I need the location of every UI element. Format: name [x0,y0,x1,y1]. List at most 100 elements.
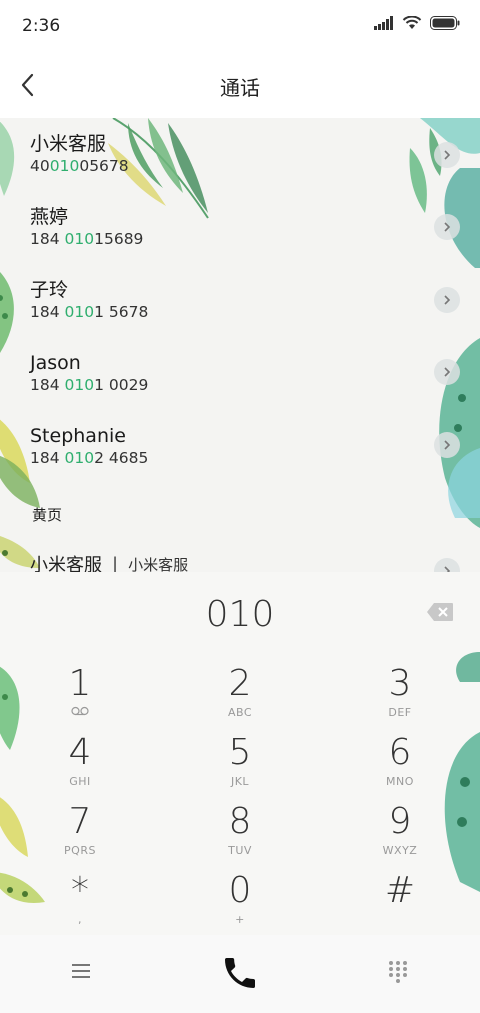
key-0[interactable]: 0 + [185,871,295,935]
number-match: 010 [64,230,95,248]
keypad-icon [389,961,407,983]
number-prefix: 40 [30,157,50,175]
key-digit: 9 [388,801,412,842]
battery-icon [430,16,460,30]
yellow-pages-subtitle: 小米客服 [128,555,189,573]
bottom-action-bar [0,935,480,1013]
signal-icon [374,16,393,30]
contact-detail-button[interactable] [434,142,460,168]
dialpad: 010 1 2 ABC 3 DEF 4 GHI 5 JKL 6 MNO 7 PQ… [0,572,480,935]
key-letters: GHI [69,775,91,788]
contact-detail-button[interactable] [434,558,460,572]
key-hash[interactable]: # [345,871,455,935]
leaf-decoration-top-right [409,118,480,268]
number-match: 010 [64,449,95,467]
contact-number: 184 01015689 [30,230,143,248]
chevron-right-icon [444,295,451,305]
contact-row-4[interactable]: Jason 184 0101 0029 [30,351,148,394]
key-digit: 8 [228,801,252,842]
key-letters: + [235,913,245,926]
voicemail-icon [25,706,135,719]
number-suffix: 05678 [79,157,129,175]
chevron-right-icon [444,222,451,232]
contact-name: 小米客服 [30,133,107,155]
yellow-pages-name: 小米客服 [30,555,102,572]
contact-detail-button[interactable] [434,287,460,313]
key-digit: # [384,870,416,911]
key-8[interactable]: 8 TUV [185,802,295,868]
contact-detail-button[interactable] [434,214,460,240]
key-digit: 3 [388,663,412,704]
leaf-decoration-left-mid [0,272,14,353]
key-1[interactable]: 1 [25,664,135,730]
page-title: 通话 [220,76,260,100]
leaf-decoration-left-lower [0,419,40,568]
contact-name: Jason [30,352,81,374]
key-7[interactable]: 7 PQRS [25,802,135,868]
chevron-right-icon [444,150,451,160]
contact-name: 燕婷 [30,206,69,228]
key-star[interactable]: * , [25,871,135,935]
wifi-icon [402,16,422,29]
chevron-right-icon [444,440,451,450]
contact-row-1[interactable]: 小米客服 4001005678 [30,132,129,175]
call-button[interactable] [220,953,260,993]
key-letters: DEF [388,706,412,719]
contact-number: 184 0101 5678 [30,303,148,321]
key-2[interactable]: 2 ABC [185,664,295,730]
number-suffix: 1 0029 [94,376,149,394]
contact-name: Stephanie [30,425,126,447]
key-3[interactable]: 3 DEF [345,664,455,730]
key-digit: * [71,870,89,911]
dial-input[interactable]: 010 [0,594,480,635]
separator: | [112,553,119,573]
menu-button[interactable] [68,960,96,982]
number-match: 010 [64,303,95,321]
number-match: 010 [64,376,95,394]
contact-number: 184 0102 4685 [30,449,148,467]
key-letters: PQRS [64,844,96,857]
contact-detail-button[interactable] [434,432,460,458]
yellow-pages-entry[interactable]: 小米客服 | 小米客服 [30,551,189,573]
phone-icon [225,958,255,988]
key-4[interactable]: 4 GHI [25,733,135,799]
key-digit: 6 [388,732,412,773]
number-prefix: 184 [30,230,65,248]
key-9[interactable]: 9 WXYZ [345,802,455,868]
contact-number: 4001005678 [30,157,129,175]
key-digit: 2 [228,663,252,704]
number-suffix: 2 4685 [94,449,149,467]
key-digit: 1 [68,663,92,704]
contact-number: 184 0101 0029 [30,376,148,394]
key-letters: ABC [227,706,253,719]
chevron-right-icon [444,566,451,572]
number-suffix: 15689 [94,230,144,248]
status-time: 2:36 [22,16,61,36]
number-prefix: 184 [30,376,65,394]
contact-detail-button[interactable] [434,359,460,385]
search-results-list[interactable]: 小米客服 4001005678 燕婷 184 01015689 子玲 184 0… [0,118,480,572]
chevron-right-icon [444,367,451,377]
leaf-decoration-top-left [0,121,15,196]
contact-row-3[interactable]: 子玲 184 0101 5678 [30,278,148,321]
number-match: 010 [49,157,80,175]
key-letters: TUV [228,844,252,857]
key-5[interactable]: 5 JKL [185,733,295,799]
backspace-button[interactable] [426,602,454,622]
key-letters: MNO [386,775,414,788]
key-letters: , [78,913,82,926]
status-icons [374,16,460,30]
contact-row-2[interactable]: 燕婷 184 01015689 [30,205,143,248]
backspace-icon [427,603,453,621]
key-letters: JKL [230,775,250,788]
number-prefix: 184 [30,449,65,467]
keypad-toggle-button[interactable] [386,959,410,985]
key-6[interactable]: 6 MNO [345,733,455,799]
number-prefix: 184 [30,303,65,321]
app-header: 通话 [0,52,480,118]
contact-row-5[interactable]: Stephanie 184 0102 4685 [30,424,148,467]
key-letters: WXYZ [382,844,418,857]
key-digit: 0 [228,870,252,911]
key-digit: 4 [68,732,92,773]
contact-name: 子玲 [30,279,69,301]
